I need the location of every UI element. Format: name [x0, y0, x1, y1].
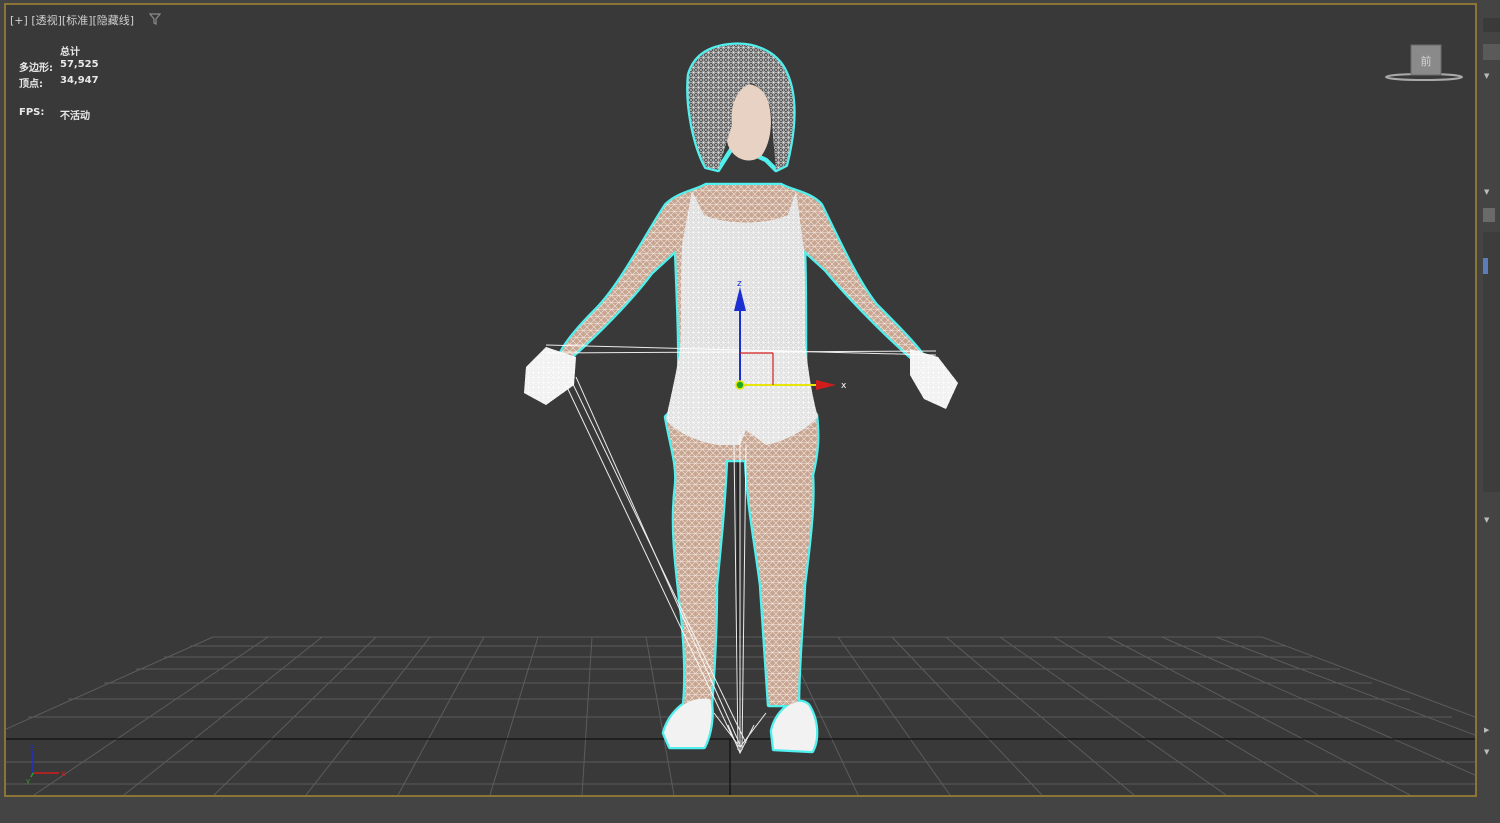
viewcube-face-label: 前: [1421, 54, 1432, 68]
viewport-menu-display-mode[interactable]: [隐藏线]: [93, 14, 135, 27]
stats-polygons-value: 57,525: [60, 59, 99, 70]
stats-fps-label: FPS:: [19, 107, 45, 118]
viewport-scene[interactable]: z x z x y: [6, 5, 1475, 795]
command-panel-edge[interactable]: ▼ ▼ ▼ ▶ ▼: [1480, 0, 1500, 823]
stats-vertices-label: 顶点:: [19, 79, 43, 90]
status-strip: [0, 799, 1500, 823]
filter-icon[interactable]: [149, 13, 161, 25]
tripod-z-label: z: [30, 743, 34, 752]
viewport-menu-plus[interactable]: [+]: [10, 14, 28, 27]
viewcube-icon[interactable]: 前: [1384, 43, 1464, 87]
viewport-label-menu[interactable]: [+] [透视][标准][隐藏线]: [10, 12, 134, 28]
gizmo-x-label: x: [841, 381, 847, 391]
perspective-viewport[interactable]: z x z x y [+] [透视][标准][隐藏线] 总计 多边形: 57,5…: [4, 3, 1477, 797]
tripod-x-label: x: [61, 769, 66, 778]
stats-header: 总计: [60, 47, 80, 58]
stats-polygons-label: 多边形:: [19, 63, 53, 74]
character-mesh[interactable]: [524, 42, 958, 755]
viewport-menu-shading-standard[interactable]: [标准]: [62, 14, 93, 27]
viewport-menu-view[interactable]: [透视]: [31, 14, 62, 27]
gizmo-z-label: z: [737, 279, 742, 289]
stats-vertices-value: 34,947: [60, 75, 99, 86]
axis-tripod-icon: z x y: [26, 743, 66, 785]
tripod-y-label: y: [26, 777, 30, 785]
stats-fps-value: 不活动: [60, 111, 90, 122]
